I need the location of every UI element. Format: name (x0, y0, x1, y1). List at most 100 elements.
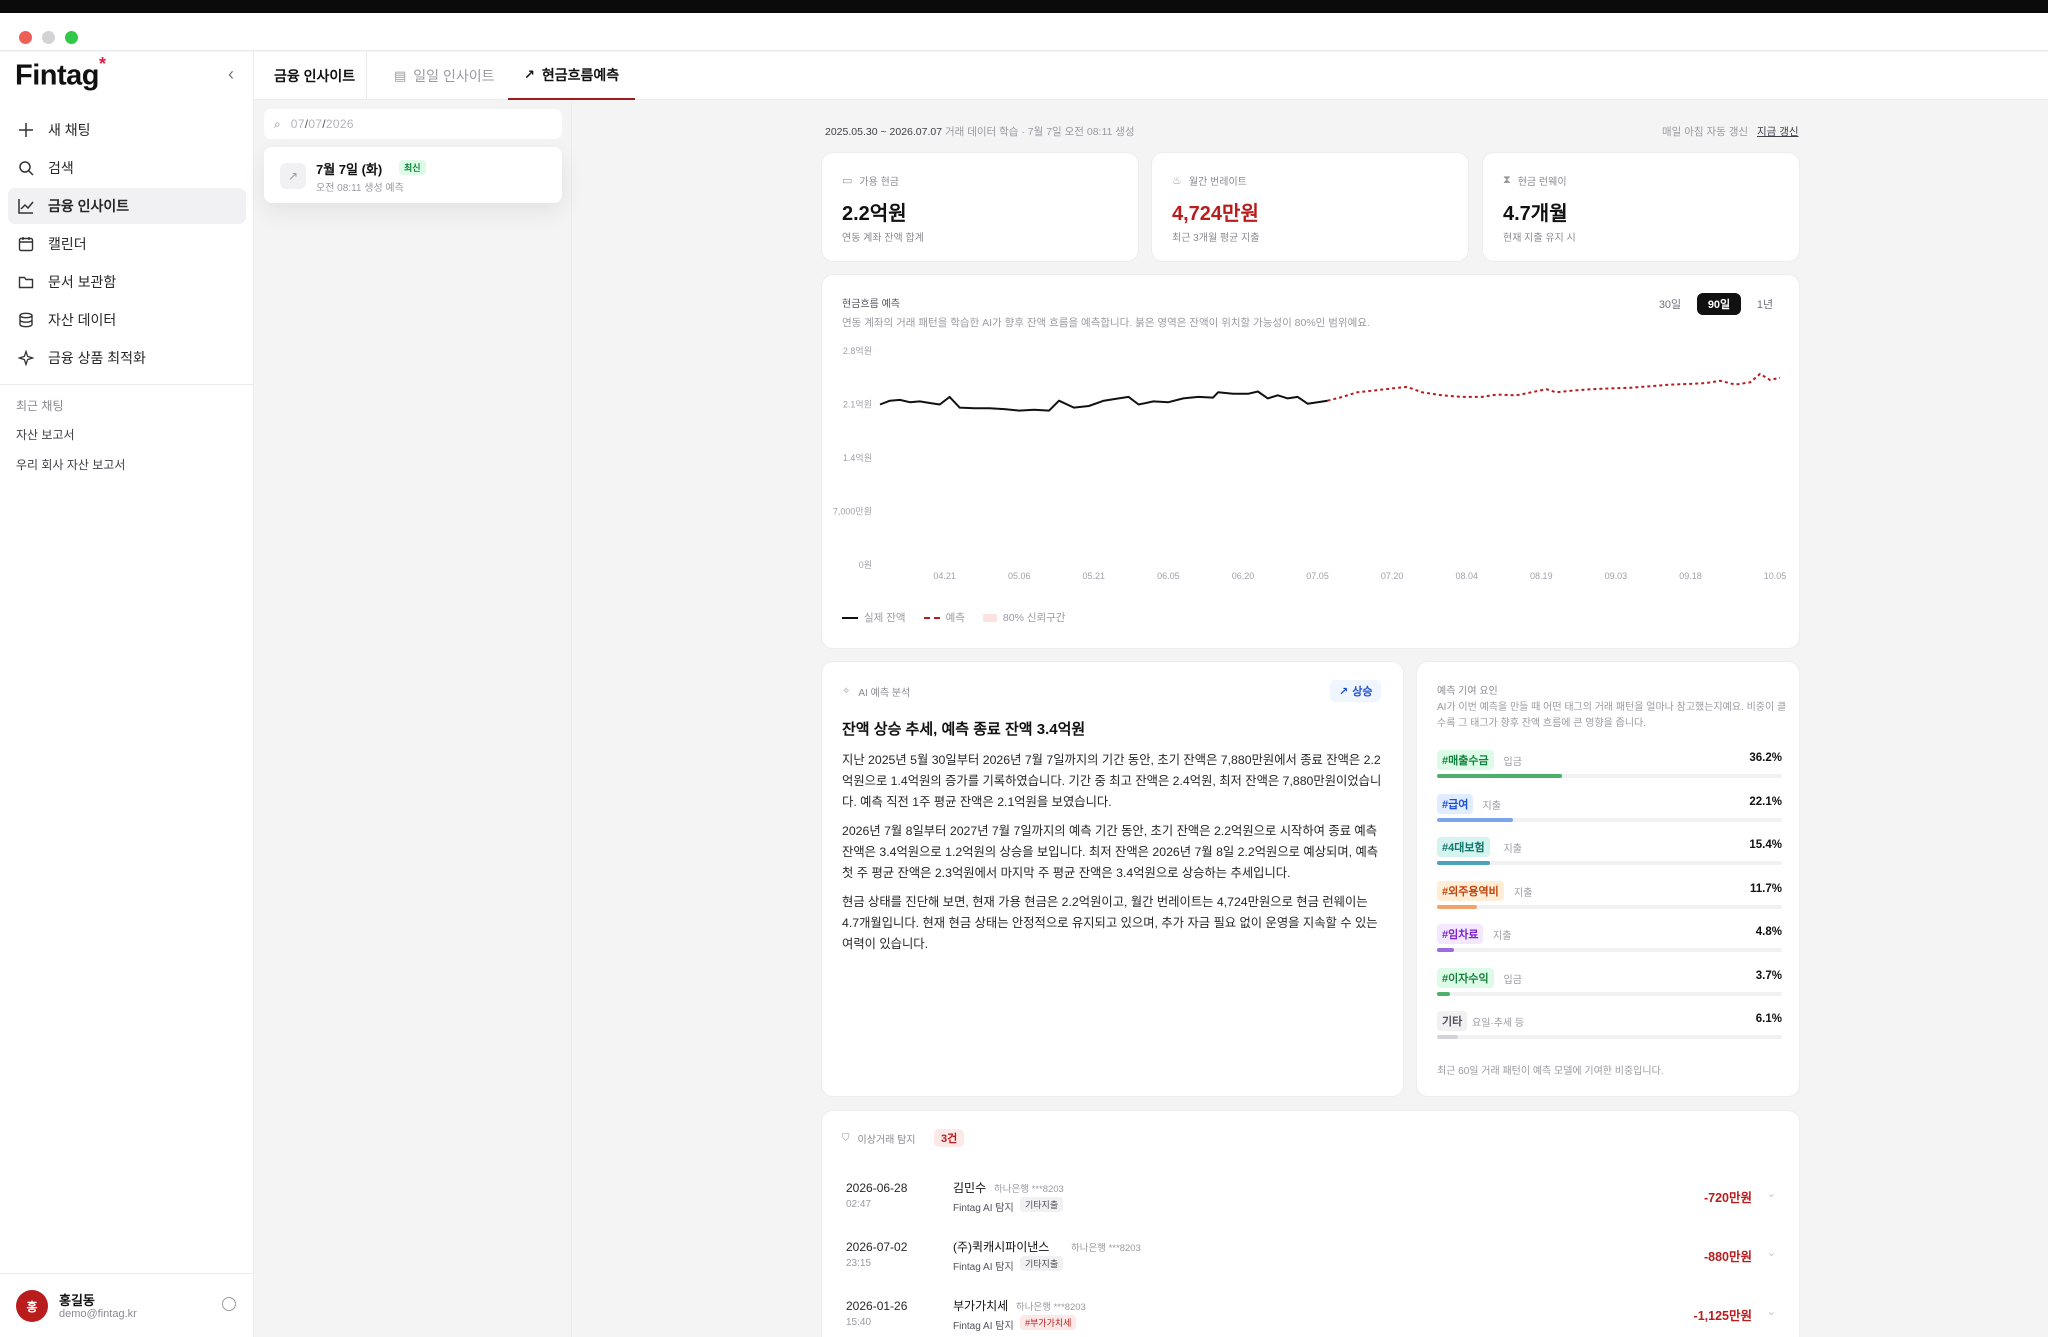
anomaly-row[interactable]: 2026-01-26 15:40 부가가치세 하나은행 ***8203 Fintag A… (822, 1291, 1800, 1337)
period-note: 거래 데이터 학습 · 7월 7일 오전 08:11 생성 (945, 126, 1135, 138)
factor-bar-track (1437, 948, 1782, 952)
chevron-down-icon: ⌄ (1766, 1188, 1776, 1200)
sidebar-item-asset-data[interactable]: 자산 데이터 (8, 302, 246, 338)
factor-row: #4대보험 지출 15.4% (1437, 837, 1782, 877)
refresh-now-link[interactable]: 지금 갱신 (1757, 126, 1799, 138)
factor-percent: 15.4% (1749, 839, 1782, 851)
ai-analysis-label-text: AI 예측 분석 (858, 688, 911, 699)
anomaly-time: 02:47 (846, 1199, 872, 1210)
actual-balance-line (879, 390, 1328, 412)
x-tick-label: 05.06 (1008, 571, 1031, 581)
minimize-window-button[interactable] (42, 31, 55, 44)
anomaly-time: 23:15 (846, 1258, 872, 1269)
x-tick-label: 05.21 (1083, 571, 1106, 581)
ai-analysis-label: ✧ AI 예측 분석 (842, 684, 910, 699)
y-tick-label: 2.8억원 (843, 345, 872, 356)
recent-chat-item[interactable]: 자산 보고서 (16, 426, 75, 443)
sidebar-divider (0, 384, 253, 385)
search-icon (16, 158, 36, 178)
range-1y-button[interactable]: 1년 (1748, 293, 1782, 315)
factor-tag: #4대보험 (1437, 837, 1490, 857)
y-tick-label: 2.1억원 (843, 399, 872, 410)
date-month: 07 (290, 117, 305, 131)
collapse-sidebar-icon[interactable]: ‹ (228, 64, 234, 85)
sidebar-item-label: 문서 보관함 (48, 274, 117, 290)
sidebar-item-documents[interactable]: 문서 보관함 (8, 264, 246, 300)
legend-label: 실제 잔액 (864, 612, 906, 624)
anomaly-detection-card: ⛉ 이상거래 탐지 3건 2026-06-28 02:47 김민수 하나은행 ***82… (821, 1110, 1800, 1337)
date-year: 2026 (325, 117, 354, 131)
factor-bar-fill (1437, 904, 1478, 909)
range-30d-button[interactable]: 30일 (1652, 293, 1688, 315)
anomaly-row[interactable]: 2026-07-02 23:15 (주)퀵캐시파이낸스 하나은행 ***8203 Fin… (822, 1232, 1800, 1290)
recent-chats-heading: 최근 채팅 (16, 399, 64, 413)
anomaly-amount: -720만원 (1703, 1191, 1752, 1205)
sidebar-item-label: 금융 상품 최적화 (48, 350, 146, 366)
x-tick-label: 07.05 (1306, 571, 1329, 581)
user-name: 홍길동 (59, 1293, 95, 1308)
hourglass-icon: ⧗ (1503, 174, 1511, 186)
x-tick-label: 06.20 (1232, 571, 1255, 581)
sidebar-nav: 새 채팅 검색 금융 인사이트 캘린더 문서 보관함 자산 데이터 금융 상품 … (8, 112, 246, 378)
x-tick-label: 08.04 (1455, 571, 1478, 581)
list-item[interactable]: ↗ 7월 7일 (화) 최신 오전 08:11 생성 예측 (264, 147, 562, 203)
range-90d-button[interactable]: 90일 (1697, 293, 1741, 315)
kpi-label-text: 가용 현금 (859, 177, 899, 188)
user-profile[interactable]: 홍 홍길동 demo@fintag.kr (0, 1273, 253, 1337)
chart-line-icon: ↗ (280, 163, 306, 189)
calendar-icon (16, 234, 36, 254)
ai-paragraph: 현금 상태를 진단해 보면, 현재 가용 현금은 2.2억원이고, 월간 번레이… (842, 895, 1378, 951)
anomaly-title: ⛉ 이상거래 탐지 (842, 1131, 915, 1146)
x-tick-label: 07.20 (1381, 571, 1404, 581)
sidebar-item-search[interactable]: 검색 (8, 150, 246, 186)
sidebar-item-financial-insight[interactable]: 금융 인사이트 (8, 188, 246, 224)
tab-cashflow-forecast[interactable]: ↗ 현금흐름예측 (508, 52, 636, 100)
search-icon: ⌕ (274, 116, 281, 131)
kpi-label-text: 현금 런웨이 (1517, 177, 1567, 188)
sidebar: Fintag* ‹ 새 채팅 검색 금융 인사이트 캘린더 문서 보관함 자산 … (0, 52, 254, 1337)
app-logo[interactable]: Fintag* (15, 54, 106, 93)
factor-kind: 지출 (1514, 887, 1533, 899)
sidebar-item-new-chat[interactable]: 새 채팅 (8, 112, 246, 148)
legend-band: 80% 신뢰구간 (982, 610, 1066, 625)
forecast-list-panel: ⌕ 07/07/2026 ↗ 7월 7일 (화) 최신 오전 08:11 생성 … (254, 101, 572, 1337)
kpi-sub: 현재 지출 유지 시 (1503, 233, 1576, 244)
recent-chat-item[interactable]: 우리 회사 자산 보고서 (16, 456, 125, 473)
factor-bar-track (1437, 1035, 1782, 1039)
chart-line-icon (16, 196, 36, 216)
tab-daily-insight[interactable]: ▤ 일일 인사이트 (394, 52, 494, 100)
factor-tag: #임차료 (1437, 924, 1484, 944)
anomaly-account: 하나은행 ***8203 (1071, 1243, 1141, 1254)
anomaly-row[interactable]: 2026-06-28 02:47 김민수 하나은행 ***8203 Fintag AI … (822, 1173, 1800, 1231)
legend-actual: 실제 잔액 (842, 610, 906, 625)
period-range: 2025.05.30 ~ 2026.07.07 (825, 126, 943, 138)
legend-label: 80% 신뢰구간 (1002, 612, 1066, 624)
factors-title: 예측 기여 요인 (1437, 686, 1498, 697)
section-title: 금융 인사이트 (274, 68, 356, 84)
close-window-button[interactable] (19, 31, 32, 44)
maximize-window-button[interactable] (65, 31, 78, 44)
sidebar-item-product-optimization[interactable]: 금융 상품 최적화 (8, 340, 246, 376)
refresh-area: 매일 아침 자동 갱신 지금 갱신 (1662, 124, 1799, 139)
anomaly-date: 2026-07-02 (846, 1240, 908, 1254)
factor-row: #이자수익 입금 3.7% (1437, 967, 1782, 1008)
data-period: 2025.05.30 ~ 2026.07.07 거래 데이터 학습 · 7월 7… (825, 124, 1135, 139)
trend-up-icon: ↗ (1339, 685, 1349, 698)
account-settings-icon[interactable] (222, 1297, 236, 1311)
trend-badge: ↗ 상승 (1330, 680, 1382, 702)
forecast-line (1327, 372, 1781, 402)
x-tick-label: 09.03 (1605, 571, 1628, 581)
legend-label: 예측 (945, 612, 965, 624)
legend-swatch-solid (842, 616, 858, 619)
factor-bar-track (1437, 991, 1782, 996)
avatar: 홍 (16, 1290, 48, 1322)
x-tick-label: 09.18 (1679, 571, 1702, 581)
sidebar-item-calendar[interactable]: 캘린더 (8, 226, 246, 262)
chevron-down-icon: ⌄ (1766, 1247, 1776, 1259)
ai-paragraph: 지난 2025년 5월 30일부터 2026년 7월 7일까지의 기간 동안, … (842, 753, 1382, 809)
anomaly-counterparty: (주)퀵캐시파이낸스 (953, 1240, 1050, 1254)
x-tick-label: 06.05 (1157, 571, 1180, 581)
factor-bar-fill (1437, 1035, 1459, 1039)
date-search-input[interactable]: ⌕ 07/07/2026 (264, 109, 562, 139)
kpi-label: ▭ 가용 현금 (842, 173, 899, 188)
